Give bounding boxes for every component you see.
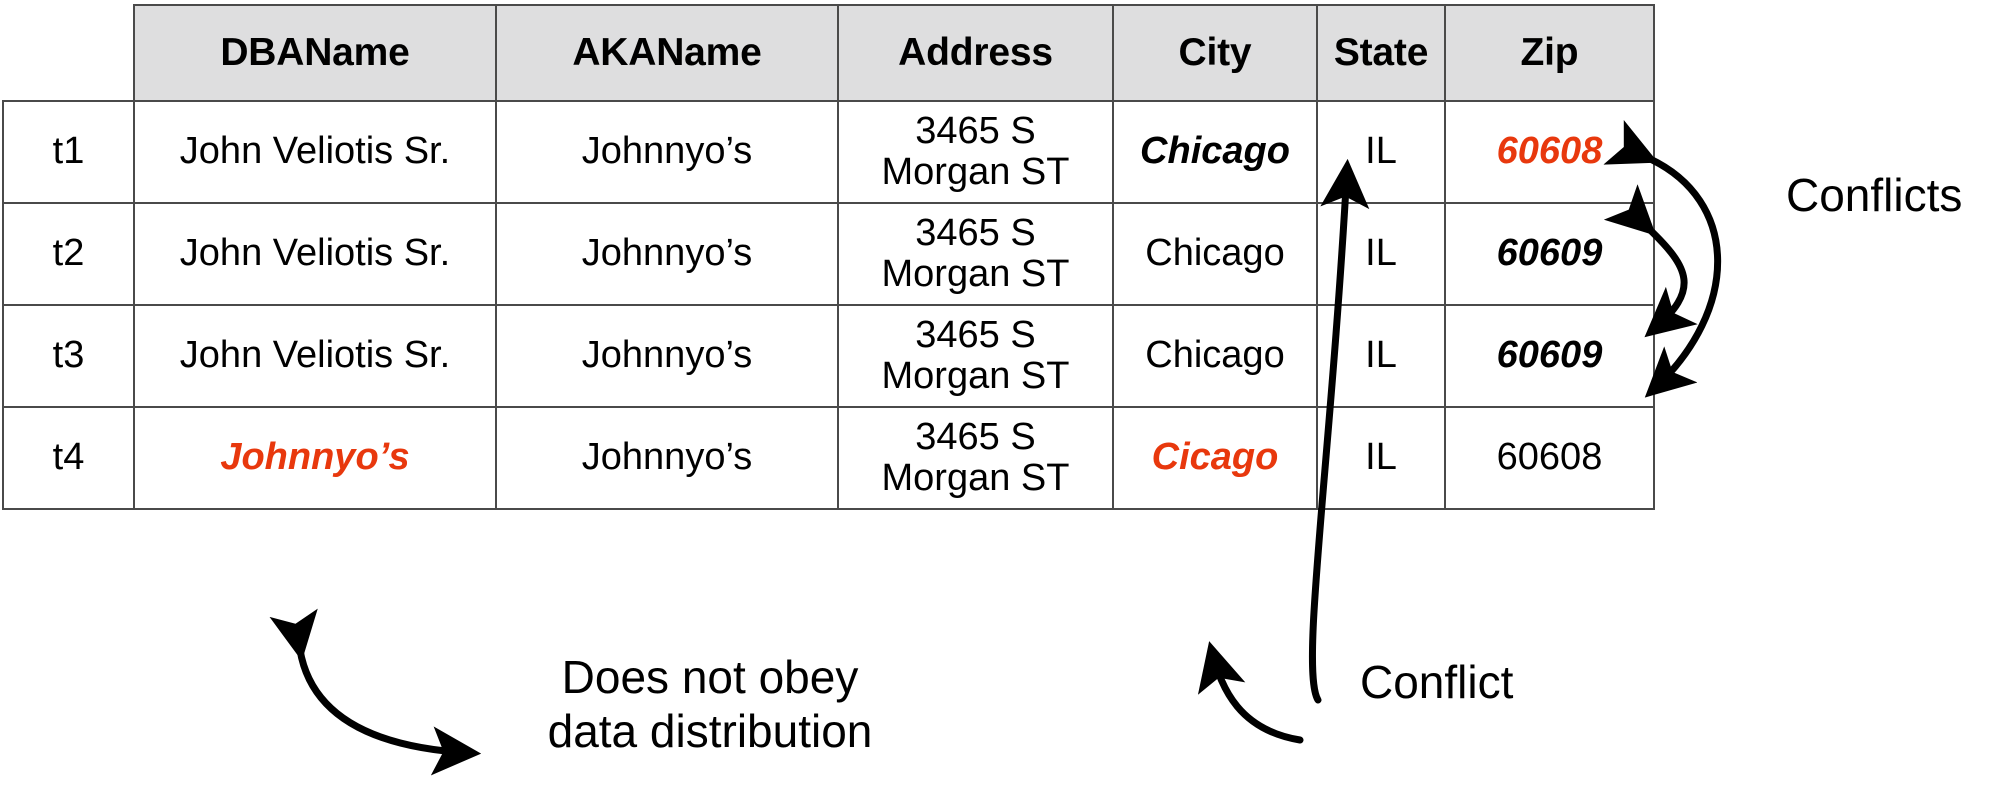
cell-t4-zip: 60608	[1444, 406, 1655, 510]
cell-t4-akaname: Johnnyo’s	[495, 406, 839, 510]
cell-t3-akaname: Johnnyo’s	[495, 304, 839, 408]
table-row: t2 John Veliotis Sr. Johnnyo’s 3465 S Mo…	[2, 202, 1655, 306]
table-row: t4 Johnnyo’s Johnnyo’s 3465 S Morgan ST …	[2, 406, 1655, 510]
address-line-1: 3465 S	[915, 313, 1036, 356]
cell-t4-dbaname: Johnnyo’s	[133, 406, 497, 510]
row-id-t2: t2	[2, 202, 135, 306]
cell-t3-city: Chicago	[1112, 304, 1318, 408]
cell-t1-state: IL	[1316, 100, 1446, 204]
column-header-address: Address	[837, 4, 1114, 102]
cell-t2-city: Chicago	[1112, 202, 1318, 306]
column-header-akaname: AKAName	[495, 4, 839, 102]
highlighted-value-city: Chicago	[1140, 130, 1290, 173]
conflicts-arrow-t1-t3	[1603, 119, 1722, 398]
cell-t1-city: Chicago	[1112, 100, 1318, 204]
cell-t2-dbaname: John Veliotis Sr.	[133, 202, 497, 306]
cell-t1-address: 3465 S Morgan ST	[837, 100, 1114, 204]
address-line-1: 3465 S	[915, 109, 1036, 152]
address-line-1: 3465 S	[915, 211, 1036, 254]
column-header-state: State	[1316, 4, 1446, 102]
cell-t3-state: IL	[1316, 304, 1446, 408]
annotation-line-2: data distribution	[547, 705, 873, 758]
cell-t3-address: 3465 S Morgan ST	[837, 304, 1114, 408]
row-id-t3: t3	[2, 304, 135, 408]
cell-t1-dbaname: John Veliotis Sr.	[133, 100, 497, 204]
cell-t3-dbaname: John Veliotis Sr.	[133, 304, 497, 408]
address-line-2: Morgan ST	[881, 355, 1070, 397]
cell-t1-akaname: Johnnyo’s	[495, 100, 839, 204]
table-body: t1 John Veliotis Sr. Johnnyo’s 3465 S Mo…	[2, 100, 1655, 510]
address-line-1: 3465 S	[915, 415, 1036, 458]
highlighted-value-city: Cicago	[1151, 436, 1279, 479]
highlighted-value-zip: 60608	[1496, 130, 1603, 173]
column-header-dbaname: DBAName	[133, 4, 497, 102]
cell-t4-address: 3465 S Morgan ST	[837, 406, 1114, 510]
table-header: DBAName AKAName Address City State Zip	[3, 4, 1655, 102]
header-corner-blank	[3, 5, 134, 101]
cell-t3-zip: 60609	[1444, 304, 1655, 408]
conflict-arrow-t4-city	[1197, 641, 1304, 744]
distribution-arrow	[269, 608, 482, 776]
figure-canvas: DBAName AKAName Address City State Zip t…	[0, 0, 1991, 804]
address-line-2: Morgan ST	[881, 151, 1070, 193]
conflicts-table: DBAName AKAName Address City State Zip t…	[2, 4, 1655, 510]
cell-t4-city: Cicago	[1112, 406, 1318, 510]
row-id-t4: t4	[2, 406, 135, 510]
column-header-city: City	[1112, 4, 1318, 102]
cell-t2-state: IL	[1316, 202, 1446, 306]
column-header-zip: Zip	[1444, 4, 1655, 102]
address-line-2: Morgan ST	[881, 457, 1070, 499]
row-id-t1: t1	[2, 100, 135, 204]
cell-t2-address: 3465 S Morgan ST	[837, 202, 1114, 306]
cell-t2-akaname: Johnnyo’s	[495, 202, 839, 306]
annotation-data-distribution-label: Does not obey data distribution	[500, 650, 920, 759]
cell-t2-zip: 60609	[1444, 202, 1655, 306]
highlighted-value-zip: 60609	[1496, 232, 1603, 275]
table-row: t1 John Veliotis Sr. Johnnyo’s 3465 S Mo…	[2, 100, 1655, 204]
annotation-conflict-label: Conflict	[1360, 656, 1514, 708]
address-line-2: Morgan ST	[881, 253, 1070, 295]
cell-t4-state: IL	[1316, 406, 1446, 510]
highlighted-value-zip: 60609	[1496, 334, 1603, 377]
table-header-row: DBAName AKAName Address City State Zip	[3, 4, 1655, 102]
cell-t1-zip: 60608	[1444, 100, 1655, 204]
annotation-conflicts-label: Conflicts	[1786, 169, 1963, 221]
highlighted-value-dbaname: Johnnyo’s	[220, 436, 410, 479]
annotation-line-1: Does not obey	[561, 651, 859, 703]
table-row: t3 John Veliotis Sr. Johnnyo’s 3465 S Mo…	[2, 304, 1655, 408]
